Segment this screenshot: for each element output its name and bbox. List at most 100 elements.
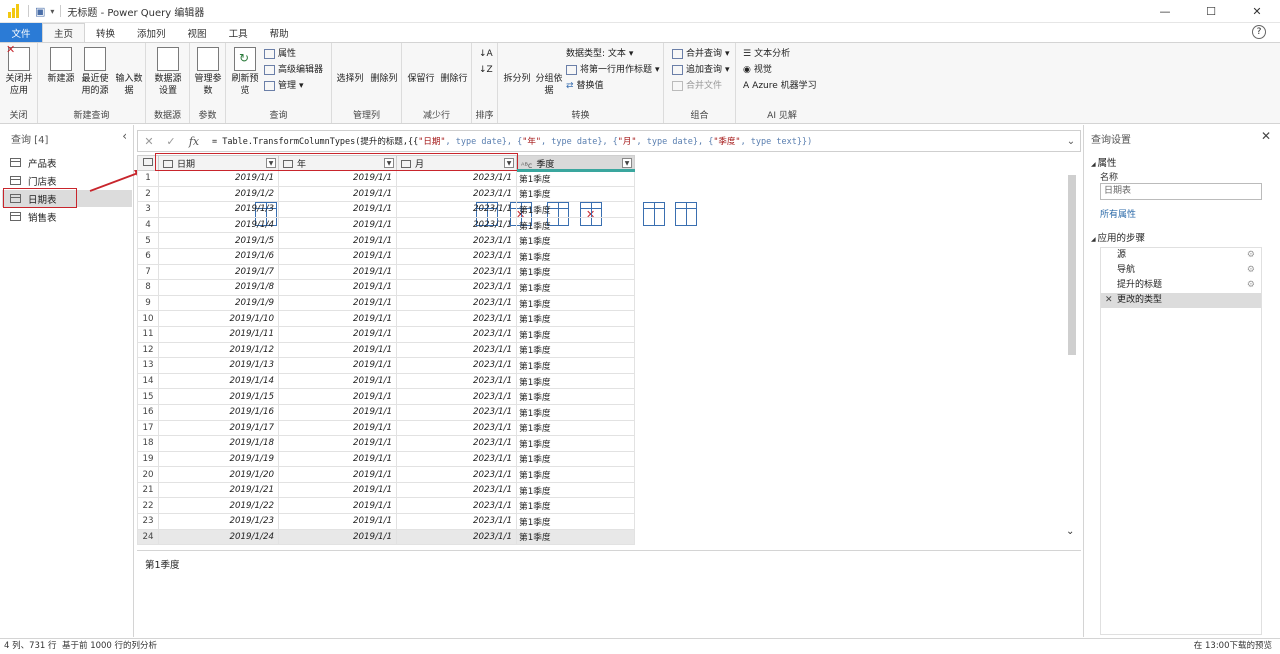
manage-query-button[interactable]: 管理 ▾ <box>264 79 304 93</box>
table-cell[interactable]: 2019/1/13 <box>158 357 279 374</box>
row-number[interactable]: 11 <box>137 325 159 343</box>
table-cell[interactable]: 2023/1/1 <box>396 310 517 327</box>
azure-ml-button[interactable]: A Azure 机器学习 <box>743 79 817 93</box>
row-number[interactable]: 4 <box>137 216 159 234</box>
row-number[interactable]: 1 <box>137 170 159 187</box>
properties-button[interactable]: 属性 <box>264 47 296 61</box>
table-cell[interactable]: 2019/1/1 <box>158 170 279 187</box>
table-cell[interactable]: 2019/1/9 <box>158 294 279 312</box>
tab-view[interactable]: 视图 <box>177 23 218 42</box>
filter-dropdown-icon[interactable]: ▼ <box>622 158 632 168</box>
name-input[interactable]: 日期表 <box>1100 183 1262 200</box>
recent-sources-button[interactable]: 最近使用的源 <box>78 47 112 97</box>
table-cell[interactable]: 2023/1/1 <box>396 419 517 437</box>
table-cell[interactable]: 第1季度 <box>516 279 635 296</box>
table-cell[interactable]: 2019/1/22 <box>158 497 279 515</box>
table-cell[interactable]: 2019/1/20 <box>158 466 279 483</box>
use-first-row-button[interactable]: 将第一行用作标题 ▾ <box>566 63 660 77</box>
remove-rows-button[interactable]: ✕ 删除行 <box>437 47 602 226</box>
row-number[interactable]: 3 <box>137 201 159 218</box>
row-number[interactable]: 13 <box>137 357 159 374</box>
table-cell[interactable]: 第1季度 <box>516 357 635 374</box>
table-cell[interactable]: 2019/1/24 <box>158 528 279 546</box>
table-cell[interactable]: 2019/1/7 <box>158 263 279 281</box>
row-number[interactable]: 23 <box>137 513 159 530</box>
table-cell[interactable]: 2019/1/21 <box>158 481 279 499</box>
row-number[interactable]: 18 <box>137 435 159 452</box>
close-apply-button[interactable]: ✕ 关闭并应用 <box>2 44 36 97</box>
tab-add-column[interactable]: 添加列 <box>126 23 177 42</box>
table-cell[interactable]: 2023/1/1 <box>396 450 517 468</box>
sort-ascending-icon[interactable]: ↓A <box>479 47 493 61</box>
gear-icon[interactable]: ⚙ <box>1247 278 1255 293</box>
step-source[interactable]: 源 ⚙ <box>1101 248 1261 263</box>
table-cell[interactable]: 2023/1/1 <box>396 232 517 249</box>
choose-columns-button[interactable]: 选择列 <box>333 47 498 226</box>
applied-steps-title[interactable]: 应用的步骤 <box>1091 230 1146 244</box>
table-cell[interactable]: 2019/1/1 <box>278 279 397 296</box>
new-source-button[interactable]: 新建源 <box>44 47 78 85</box>
table-cell[interactable]: 2019/1/1 <box>278 310 397 327</box>
table-cell[interactable]: 2019/1/15 <box>158 388 279 405</box>
table-cell[interactable]: 2019/1/1 <box>278 466 397 483</box>
table-cell[interactable]: 2019/1/23 <box>158 513 279 530</box>
table-cell[interactable]: 2019/1/1 <box>278 419 397 437</box>
table-cell[interactable]: 2019/1/12 <box>158 341 279 359</box>
table-cell[interactable]: 2023/1/1 <box>396 357 517 374</box>
table-cell[interactable]: 第1季度 <box>516 263 635 281</box>
row-number[interactable]: 24 <box>137 528 159 546</box>
save-icon[interactable]: ▣ <box>35 5 45 18</box>
gear-icon[interactable]: ⚙ <box>1247 263 1255 278</box>
table-cell[interactable]: 2023/1/1 <box>396 279 517 296</box>
table-cell[interactable]: 第1季度 <box>516 528 635 546</box>
sort-descending-icon[interactable]: ↓Z <box>479 63 493 77</box>
row-number[interactable]: 21 <box>137 481 159 499</box>
text-analytics-button[interactable]: ☰ 文本分析 <box>743 47 790 61</box>
vision-button[interactable]: ◉ 视觉 <box>743 63 772 77</box>
table-cell[interactable]: 2019/1/1 <box>278 528 397 546</box>
table-cell[interactable]: 第1季度 <box>516 247 635 265</box>
table-cell[interactable]: 2023/1/1 <box>396 247 517 265</box>
table-cell[interactable]: 第1季度 <box>516 201 635 218</box>
table-cell[interactable]: 2019/1/1 <box>278 216 397 234</box>
table-cell[interactable]: 2019/1/1 <box>278 513 397 530</box>
fx-icon[interactable]: fx <box>182 135 206 148</box>
table-cell[interactable]: 2019/1/1 <box>278 294 397 312</box>
row-number[interactable]: 15 <box>137 388 159 405</box>
table-cell[interactable]: 2019/1/16 <box>158 403 279 421</box>
table-cell[interactable]: 2019/1/1 <box>278 357 397 374</box>
gear-icon[interactable]: ⚙ <box>1247 248 1255 263</box>
table-cell[interactable]: 第1季度 <box>516 232 635 249</box>
table-cell[interactable]: 第1季度 <box>516 450 635 468</box>
table-cell[interactable]: 2023/1/1 <box>396 201 517 218</box>
table-cell[interactable]: 2019/1/1 <box>278 185 397 203</box>
table-cell[interactable]: 2019/1/17 <box>158 419 279 437</box>
table-cell[interactable]: 2019/1/3 <box>158 201 279 218</box>
table-cell[interactable]: 第1季度 <box>516 294 635 312</box>
table-cell[interactable]: 2019/1/1 <box>278 201 397 218</box>
table-cell[interactable]: 2019/1/8 <box>158 279 279 296</box>
formula-input[interactable]: = Table.TransformColumnTypes(提升的标题,{{"日期… <box>212 135 1062 147</box>
manage-params-button[interactable]: 管理参数 <box>191 47 225 97</box>
table-cell[interactable]: 第1季度 <box>516 419 635 437</box>
table-cell[interactable]: 2019/1/1 <box>278 170 397 187</box>
table-cell[interactable]: 2023/1/1 <box>396 388 517 405</box>
append-queries-button[interactable]: 追加查询 ▾ <box>672 63 730 77</box>
table-cell[interactable]: 2019/1/1 <box>278 263 397 281</box>
row-number[interactable]: 16 <box>137 403 159 421</box>
maximize-icon[interactable]: ☐ <box>1188 0 1234 23</box>
table-cell[interactable]: 第1季度 <box>516 403 635 421</box>
table-cell[interactable]: 2019/1/14 <box>158 372 279 390</box>
step-navigation[interactable]: 导航 ⚙ <box>1101 263 1261 278</box>
table-cell[interactable]: 第1季度 <box>516 513 635 530</box>
table-cell[interactable]: 2019/1/19 <box>158 450 279 468</box>
tab-home[interactable]: 主页 <box>42 23 86 42</box>
close-icon[interactable]: ✕ <box>1234 0 1280 23</box>
split-column-button[interactable]: 拆分列 <box>500 47 665 226</box>
table-cell[interactable]: 第1季度 <box>516 185 635 203</box>
row-number[interactable]: 8 <box>137 279 159 296</box>
row-number[interactable]: 14 <box>137 372 159 390</box>
datasource-settings-button[interactable]: 数据源设置 <box>151 47 185 97</box>
row-number[interactable]: 5 <box>137 232 159 249</box>
table-cell[interactable]: 2019/1/10 <box>158 310 279 327</box>
